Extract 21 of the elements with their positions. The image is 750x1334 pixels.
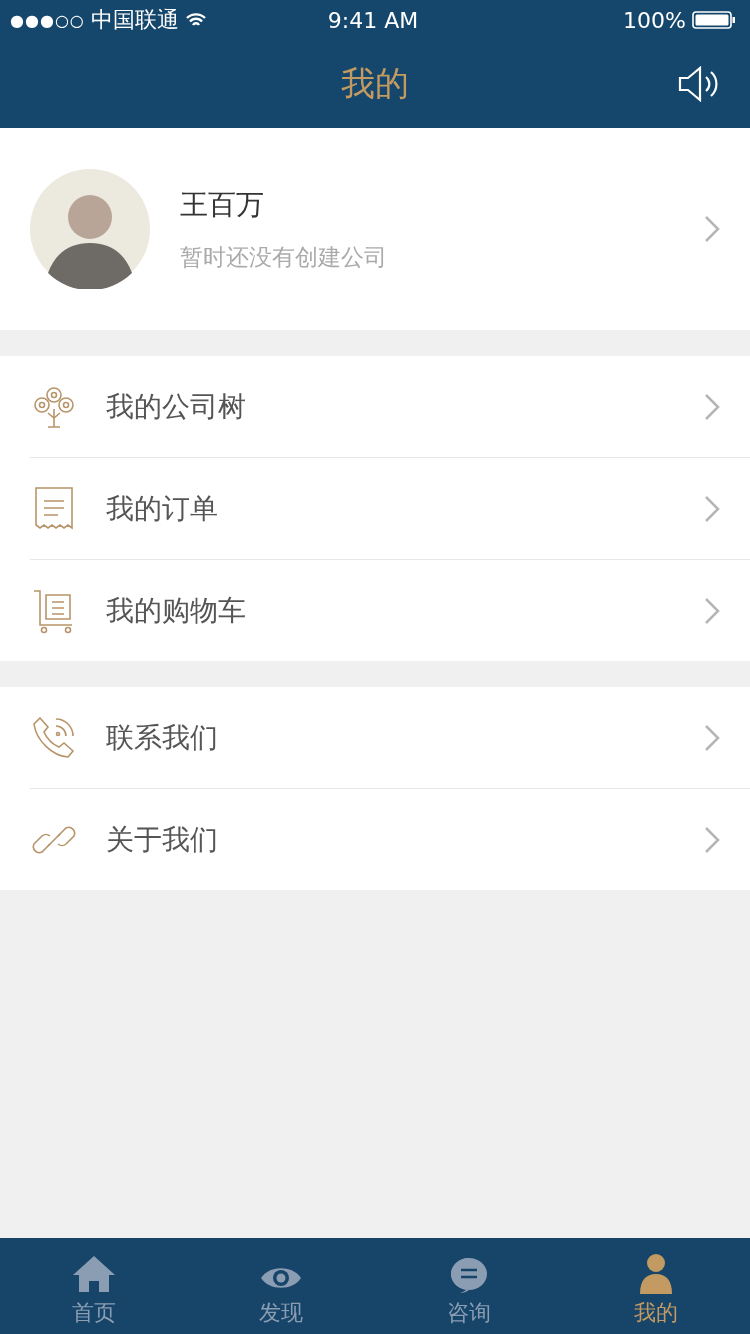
wifi-icon xyxy=(184,12,207,28)
carrier-name: 中国联通 xyxy=(90,6,179,34)
chat-icon xyxy=(448,1256,489,1294)
company-status: 暂时还没有创建公司 xyxy=(180,242,388,272)
chevron-icon xyxy=(704,392,720,421)
clock-time: 9:41 AM xyxy=(327,7,419,33)
chevron-icon xyxy=(704,215,720,243)
chevron-icon xyxy=(704,494,720,523)
tab[interactable]: 首页 xyxy=(0,1238,188,1334)
chevron-icon xyxy=(704,723,720,752)
tab[interactable]: 咨询 xyxy=(375,1238,563,1334)
page-title: 我的 xyxy=(341,62,409,105)
battery-icon xyxy=(692,11,736,29)
tab[interactable]: 发现 xyxy=(187,1238,375,1334)
avatar[interactable] xyxy=(30,169,150,289)
user-name: 王百万 xyxy=(180,186,265,223)
chevron-icon xyxy=(704,596,720,625)
signal-strength: ●●●○○ xyxy=(10,10,85,30)
tab[interactable]: 我的 xyxy=(562,1238,750,1334)
chevron-icon xyxy=(704,825,720,854)
battery-percentage: 100% xyxy=(623,7,686,33)
